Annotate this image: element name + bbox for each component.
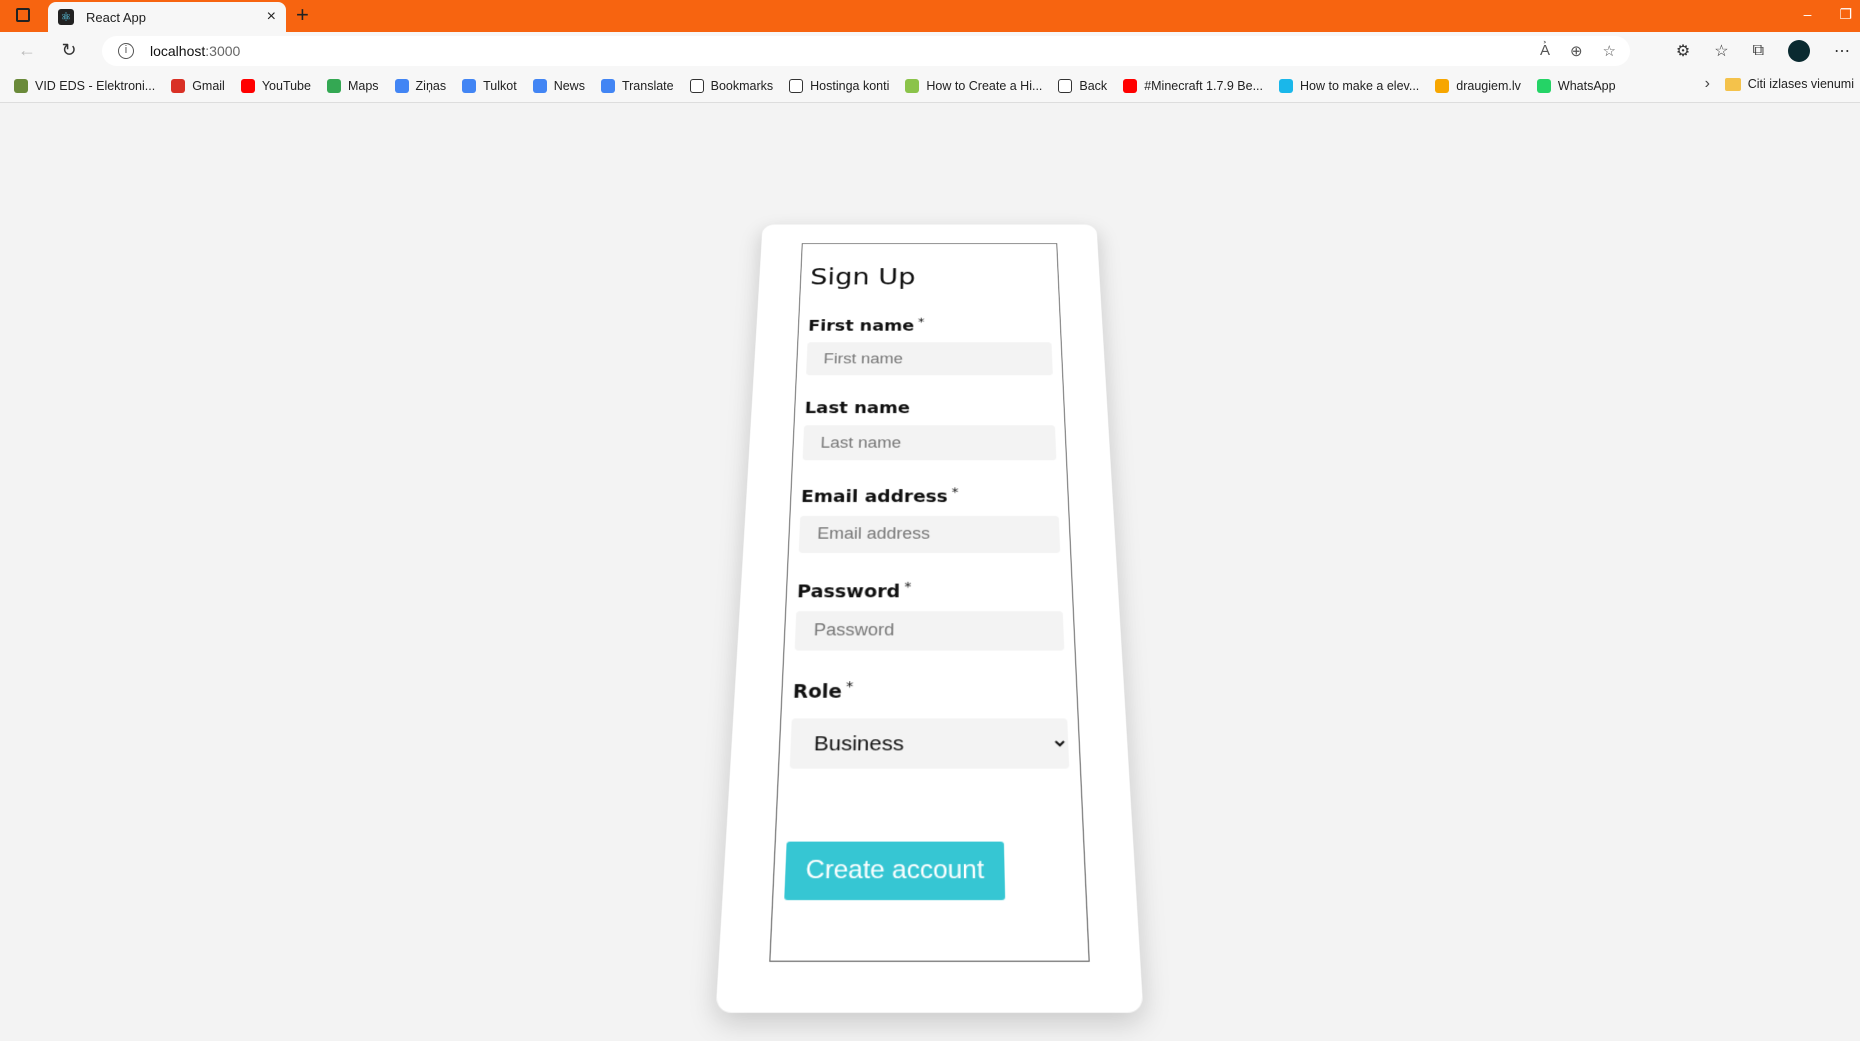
last-name-label: Last name bbox=[804, 399, 911, 418]
first-name-input[interactable] bbox=[806, 342, 1053, 376]
bookmark-label: How to make a elev... bbox=[1300, 78, 1420, 93]
more-bookmarks-chevron-icon[interactable]: › bbox=[1705, 75, 1710, 93]
bookmark-item[interactable]: VID EDS - Elektroni... bbox=[14, 78, 156, 93]
bookmark-item[interactable]: How to Create a Hi... bbox=[905, 78, 1043, 93]
first-name-label: First name * bbox=[807, 316, 925, 335]
bookmark-icon bbox=[171, 78, 186, 93]
tab-title: React App bbox=[86, 9, 146, 25]
browser-titlebar: ⚛ React App × + – ❐ bbox=[0, 0, 1860, 32]
role-select[interactable]: Business bbox=[789, 718, 1070, 769]
restore-icon[interactable]: ❐ bbox=[1839, 6, 1852, 23]
favorites-icon[interactable]: ☆ bbox=[1714, 41, 1728, 61]
info-icon[interactable]: i bbox=[118, 43, 134, 59]
react-icon: ⚛ bbox=[58, 9, 74, 25]
bookmark-icon bbox=[1123, 78, 1138, 93]
bookmark-item[interactable]: Translate bbox=[600, 78, 674, 93]
bookmark-icon bbox=[1435, 78, 1450, 93]
bookmark-label: VID EDS - Elektroni... bbox=[35, 78, 156, 93]
bookmark-item[interactable]: Maps bbox=[326, 78, 379, 93]
more-icon[interactable]: ⋯ bbox=[1834, 41, 1850, 61]
signup-form: Sign Up First name* Last name Email addr… bbox=[769, 243, 1090, 962]
profile-avatar[interactable] bbox=[1788, 40, 1810, 62]
bookmark-label: Bookmarks bbox=[710, 78, 774, 93]
bookmark-icon bbox=[240, 78, 255, 93]
reload-icon[interactable]: ↻ bbox=[54, 40, 84, 61]
bookmark-label: News bbox=[553, 78, 585, 93]
close-tab-icon[interactable]: × bbox=[267, 8, 276, 26]
bookmark-icon bbox=[1536, 78, 1551, 93]
create-account-button[interactable]: Create account bbox=[784, 841, 1006, 901]
bookmark-icon bbox=[689, 78, 704, 93]
browser-toolbar: ← ↻ i localhost:3000 A͐ ⊕ ☆ ⚙ ☆ ⧉ ⋯ bbox=[0, 32, 1860, 69]
bookmark-item[interactable]: Gmail bbox=[171, 78, 225, 93]
bookmark-label: Ziņas bbox=[415, 78, 447, 93]
url-port: :3000 bbox=[205, 43, 241, 59]
bookmark-label: How to Create a Hi... bbox=[926, 78, 1043, 93]
bookmark-item[interactable]: Back bbox=[1058, 78, 1108, 93]
zoom-icon[interactable]: ⊕ bbox=[1570, 42, 1583, 60]
bookmark-icon bbox=[14, 78, 28, 93]
bookmark-item[interactable]: #Minecraft 1.7.9 Be... bbox=[1123, 78, 1263, 93]
bookmark-label: WhatsApp bbox=[1557, 78, 1616, 93]
bookmark-icon bbox=[532, 78, 547, 93]
password-input[interactable] bbox=[794, 611, 1065, 651]
page-title: Sign Up bbox=[809, 264, 916, 291]
bookmark-icon bbox=[1279, 78, 1293, 93]
bookmark-icon bbox=[462, 78, 477, 93]
bookmark-icon bbox=[789, 78, 804, 93]
bookmark-label: Tulkot bbox=[483, 78, 517, 93]
folder-icon bbox=[1724, 77, 1741, 91]
address-bar[interactable]: i localhost:3000 A͐ ⊕ ☆ bbox=[102, 36, 1630, 66]
bookmark-icon bbox=[326, 78, 341, 93]
bookmarks-bar: VID EDS - Elektroni... Gmail YouTube Maps Zi… bbox=[0, 69, 1860, 103]
bookmark-label: #Minecraft 1.7.9 Be... bbox=[1144, 78, 1263, 93]
minimize-icon[interactable]: – bbox=[1804, 6, 1812, 23]
extensions-icon[interactable]: ⚙ bbox=[1676, 41, 1690, 61]
tab-react-app[interactable]: ⚛ React App × bbox=[48, 2, 286, 32]
bookmark-item[interactable]: Bookmarks bbox=[689, 78, 774, 93]
other-bookmarks-folder[interactable]: Citi izlases vienumi bbox=[1724, 77, 1854, 91]
bookmark-item[interactable]: draugiem.lv bbox=[1435, 78, 1521, 93]
bookmark-item[interactable]: Ziņas bbox=[394, 78, 447, 93]
bookmark-label: Gmail bbox=[192, 78, 225, 93]
bookmark-icon bbox=[600, 78, 615, 93]
bookmark-label: Translate bbox=[621, 78, 674, 93]
bookmark-item[interactable]: WhatsApp bbox=[1536, 78, 1616, 93]
bookmark-label: Hostinga konti bbox=[810, 78, 890, 93]
bookmark-icon bbox=[394, 78, 409, 93]
url-host: localhost bbox=[150, 43, 206, 59]
bookmark-icon bbox=[1058, 78, 1073, 93]
bookmark-item[interactable]: How to make a elev... bbox=[1279, 78, 1420, 93]
email-label: Email address * bbox=[800, 485, 959, 507]
bookmark-icon bbox=[905, 78, 920, 93]
read-aloud-icon[interactable]: A͐ bbox=[1540, 42, 1550, 60]
collections-icon[interactable]: ⧉ bbox=[1753, 42, 1764, 60]
bookmark-label: draugiem.lv bbox=[1456, 78, 1521, 93]
bookmark-item[interactable]: News bbox=[532, 78, 585, 93]
favorite-add-icon[interactable]: ☆ bbox=[1603, 42, 1616, 60]
last-name-input[interactable] bbox=[802, 425, 1057, 461]
email-input[interactable] bbox=[798, 515, 1061, 553]
other-bookmarks-label: Citi izlases vienumi bbox=[1747, 77, 1854, 91]
bookmark-label: Maps bbox=[347, 78, 379, 93]
sidebar-toggle-icon[interactable] bbox=[16, 8, 30, 22]
bookmark-label: Back bbox=[1079, 78, 1108, 93]
back-icon[interactable]: ← bbox=[12, 40, 42, 61]
bookmark-item[interactable]: Tulkot bbox=[462, 78, 517, 93]
bookmark-item[interactable]: YouTube bbox=[240, 78, 311, 93]
signup-card: Sign Up First name* Last name Email addr… bbox=[715, 224, 1144, 1013]
role-label: Role * bbox=[792, 679, 854, 703]
password-label: Password * bbox=[796, 579, 912, 602]
bookmark-item[interactable]: Hostinga konti bbox=[789, 78, 890, 93]
new-tab-button[interactable]: + bbox=[296, 2, 309, 28]
bookmark-label: YouTube bbox=[261, 78, 311, 93]
